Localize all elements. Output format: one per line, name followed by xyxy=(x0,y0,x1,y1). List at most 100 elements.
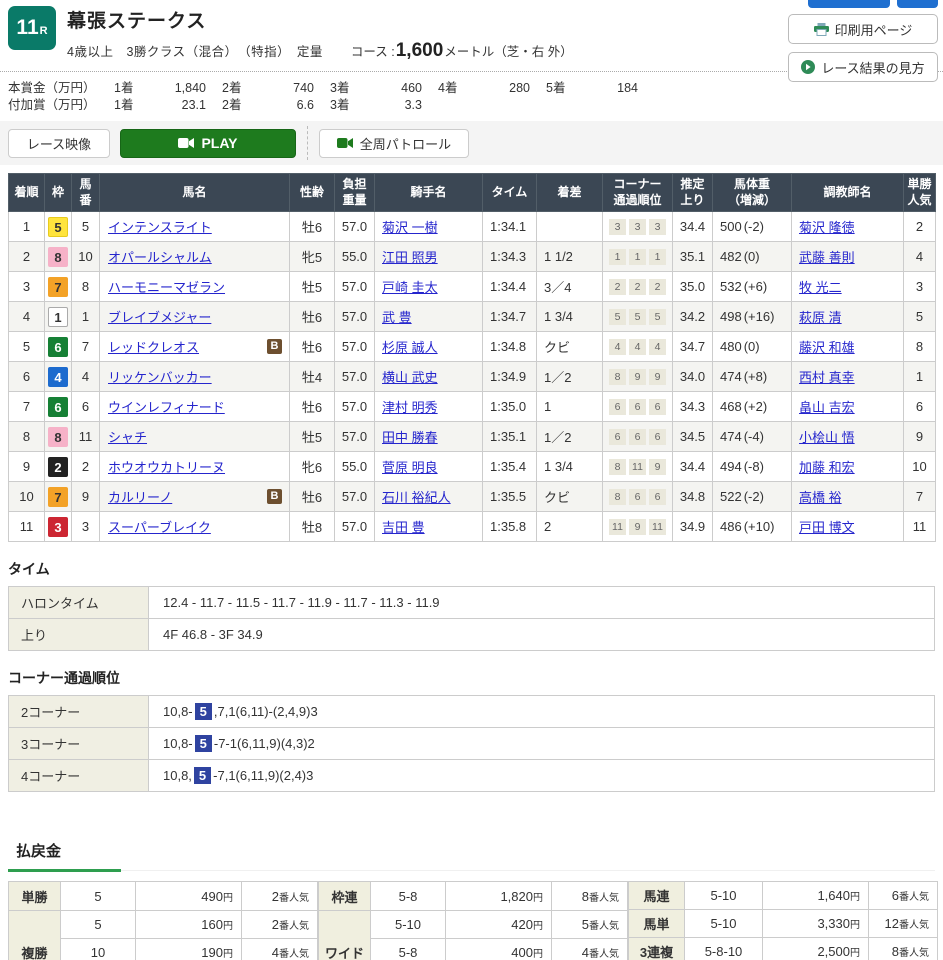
horse-name-link[interactable]: リッケンバッカー xyxy=(108,367,286,386)
trainer-link[interactable]: 武藤 善則 xyxy=(799,250,855,265)
sex-age-cell: 牡6 xyxy=(290,302,335,332)
waku-cell: 2 xyxy=(45,452,72,482)
rank-cell: 8 xyxy=(9,422,45,452)
corner-order-cell: 899 xyxy=(603,362,673,392)
corner-position-box: 5 xyxy=(609,309,626,325)
horse-name-wrap: オパールシャルム xyxy=(108,247,286,266)
jockey-link[interactable]: 田中 勝春 xyxy=(382,430,438,445)
corner4-value: 10,8,5-7,1(6,11,9)(2,4)3 xyxy=(149,760,935,792)
jockey-link[interactable]: 菊沢 一樹 xyxy=(382,220,438,235)
horse-name-link[interactable]: ブレイブメジャー xyxy=(108,307,286,326)
trainer-link[interactable]: 萩原 清 xyxy=(799,310,842,325)
play-label: PLAY xyxy=(201,135,237,151)
result-guide-button[interactable]: レース結果の見方 xyxy=(788,52,938,82)
corner-order-cell: 111 xyxy=(603,242,673,272)
time-cell: 1:34.1 xyxy=(483,212,537,242)
trainer-link[interactable]: 畠山 吉宏 xyxy=(799,400,855,415)
corner-position-box: 8 xyxy=(609,369,626,385)
wakuren-label: 枠連 xyxy=(319,882,371,911)
margin-cell: 1 3/4 xyxy=(537,452,603,482)
top-blue-button-1[interactable] xyxy=(808,0,890,8)
horse-weight-cell: 522(-2) xyxy=(713,482,792,512)
trainer-link[interactable]: 小桧山 悟 xyxy=(799,430,855,445)
tansho-amount: 490円 xyxy=(136,882,242,911)
fukusho-row: 複勝 5 160円 2番人気 xyxy=(9,910,318,938)
jockey-link[interactable]: 津村 明秀 xyxy=(382,400,438,415)
header-load: 負担重量 xyxy=(335,174,375,212)
prize-value: 740 xyxy=(258,80,314,97)
jockey-cell: 横山 武史 xyxy=(375,362,483,392)
corner-position-box: 1 xyxy=(629,249,646,265)
play-button[interactable]: PLAY xyxy=(120,129,296,158)
agari-label: 上り xyxy=(9,619,149,651)
popularity-cell: 11 xyxy=(904,512,936,542)
waku-badge: 8 xyxy=(48,427,68,447)
jockey-link[interactable]: 石川 裕紀人 xyxy=(382,490,451,505)
horse-name-link[interactable]: インテンスライト xyxy=(108,217,286,236)
horse-name-cell: ブレイブメジャー xyxy=(100,302,290,332)
popularity-cell: 3 xyxy=(904,272,936,302)
horse-name-link[interactable]: ハーモニーマゼラン xyxy=(108,277,286,296)
horse-weight-diff: (+8) xyxy=(744,369,767,384)
trainer-link[interactable]: 牧 光二 xyxy=(799,280,842,295)
corner-position-box: 6 xyxy=(629,399,646,415)
jockey-link[interactable]: 杉原 誠人 xyxy=(382,340,438,355)
popularity-cell: 2 xyxy=(904,212,936,242)
sanrenpuku-number: 5-8-10 xyxy=(685,938,763,960)
horse-name-link[interactable]: カルリーノ xyxy=(108,487,267,506)
print-page-label: 印刷用ページ xyxy=(835,20,913,39)
jockey-cell: 菅原 明良 xyxy=(375,452,483,482)
trainer-link[interactable]: 菊沢 隆徳 xyxy=(799,220,855,235)
horse-name-link[interactable]: シャチ xyxy=(108,427,286,446)
furlong-time-row: ハロンタイム 12.4 - 11.7 - 11.5 - 11.7 - 11.9 … xyxy=(9,587,935,619)
jockey-link[interactable]: 吉田 豊 xyxy=(382,520,425,535)
jockey-link[interactable]: 武 豊 xyxy=(382,310,412,325)
trainer-cell: 牧 光二 xyxy=(792,272,904,302)
waku-badge: 7 xyxy=(48,487,68,507)
horse-name-link[interactable]: レッドクレオス xyxy=(108,337,267,356)
trainer-cell: 西村 真幸 xyxy=(792,362,904,392)
corner-position-box: 5 xyxy=(649,309,666,325)
rank-cell: 6 xyxy=(9,362,45,392)
print-page-button[interactable]: 印刷用ページ xyxy=(788,14,938,44)
fukusho-amount: 190円 xyxy=(136,938,242,960)
trainer-link[interactable]: 戸田 博文 xyxy=(799,520,855,535)
jockey-link[interactable]: 戸崎 圭太 xyxy=(382,280,438,295)
rank-cell: 11 xyxy=(9,512,45,542)
trainer-link[interactable]: 西村 真幸 xyxy=(799,370,855,385)
margin-cell: 1／2 xyxy=(537,422,603,452)
trainer-cell: 武藤 善則 xyxy=(792,242,904,272)
horse-name-link[interactable]: ホウオウカトリーヌ xyxy=(108,457,286,476)
load-cell: 57.0 xyxy=(335,392,375,422)
time-cell: 1:35.1 xyxy=(483,422,537,452)
top-blue-button-2[interactable] xyxy=(897,0,938,8)
corner-position-box: 8 xyxy=(609,459,626,475)
horse-number-cell: 2 xyxy=(72,452,100,482)
jockey-link[interactable]: 横山 武史 xyxy=(382,370,438,385)
header-waku: 枠 xyxy=(45,174,72,212)
corner2-label: 2コーナー xyxy=(9,696,149,728)
horse-name-link[interactable]: スーパーブレイク xyxy=(108,517,286,536)
prize-place-label: 1着 xyxy=(114,80,150,97)
trainer-cell: 高橋 裕 xyxy=(792,482,904,512)
trainer-link[interactable]: 高橋 裕 xyxy=(799,490,842,505)
trainer-link[interactable]: 加藤 和宏 xyxy=(799,460,855,475)
horse-number-cell: 7 xyxy=(72,332,100,362)
waku-badge: 8 xyxy=(48,247,68,267)
margin-cell: 1 1/2 xyxy=(537,242,603,272)
horse-name-link[interactable]: ウインレフィナード xyxy=(108,397,286,416)
jockey-link[interactable]: 江田 照男 xyxy=(382,250,438,265)
corner-position-box: 4 xyxy=(629,339,646,355)
corner-position-box: 1 xyxy=(609,249,626,265)
fukusho-number: 5 xyxy=(61,910,136,938)
time-cell: 1:35.0 xyxy=(483,392,537,422)
race-video-button[interactable]: レース映像 xyxy=(8,129,110,158)
tansho-number: 5 xyxy=(61,882,136,911)
payout-section-head: 払戻金 xyxy=(8,840,935,871)
wide-favorite: 5番人気 xyxy=(552,910,628,938)
horse-name-link[interactable]: オパールシャルム xyxy=(108,247,286,266)
trainer-link[interactable]: 藤沢 和雄 xyxy=(799,340,855,355)
jockey-link[interactable]: 菅原 明良 xyxy=(382,460,438,475)
patrol-video-button[interactable]: 全周パトロール xyxy=(319,129,469,158)
race-title: 幕張ステークス xyxy=(67,6,573,33)
